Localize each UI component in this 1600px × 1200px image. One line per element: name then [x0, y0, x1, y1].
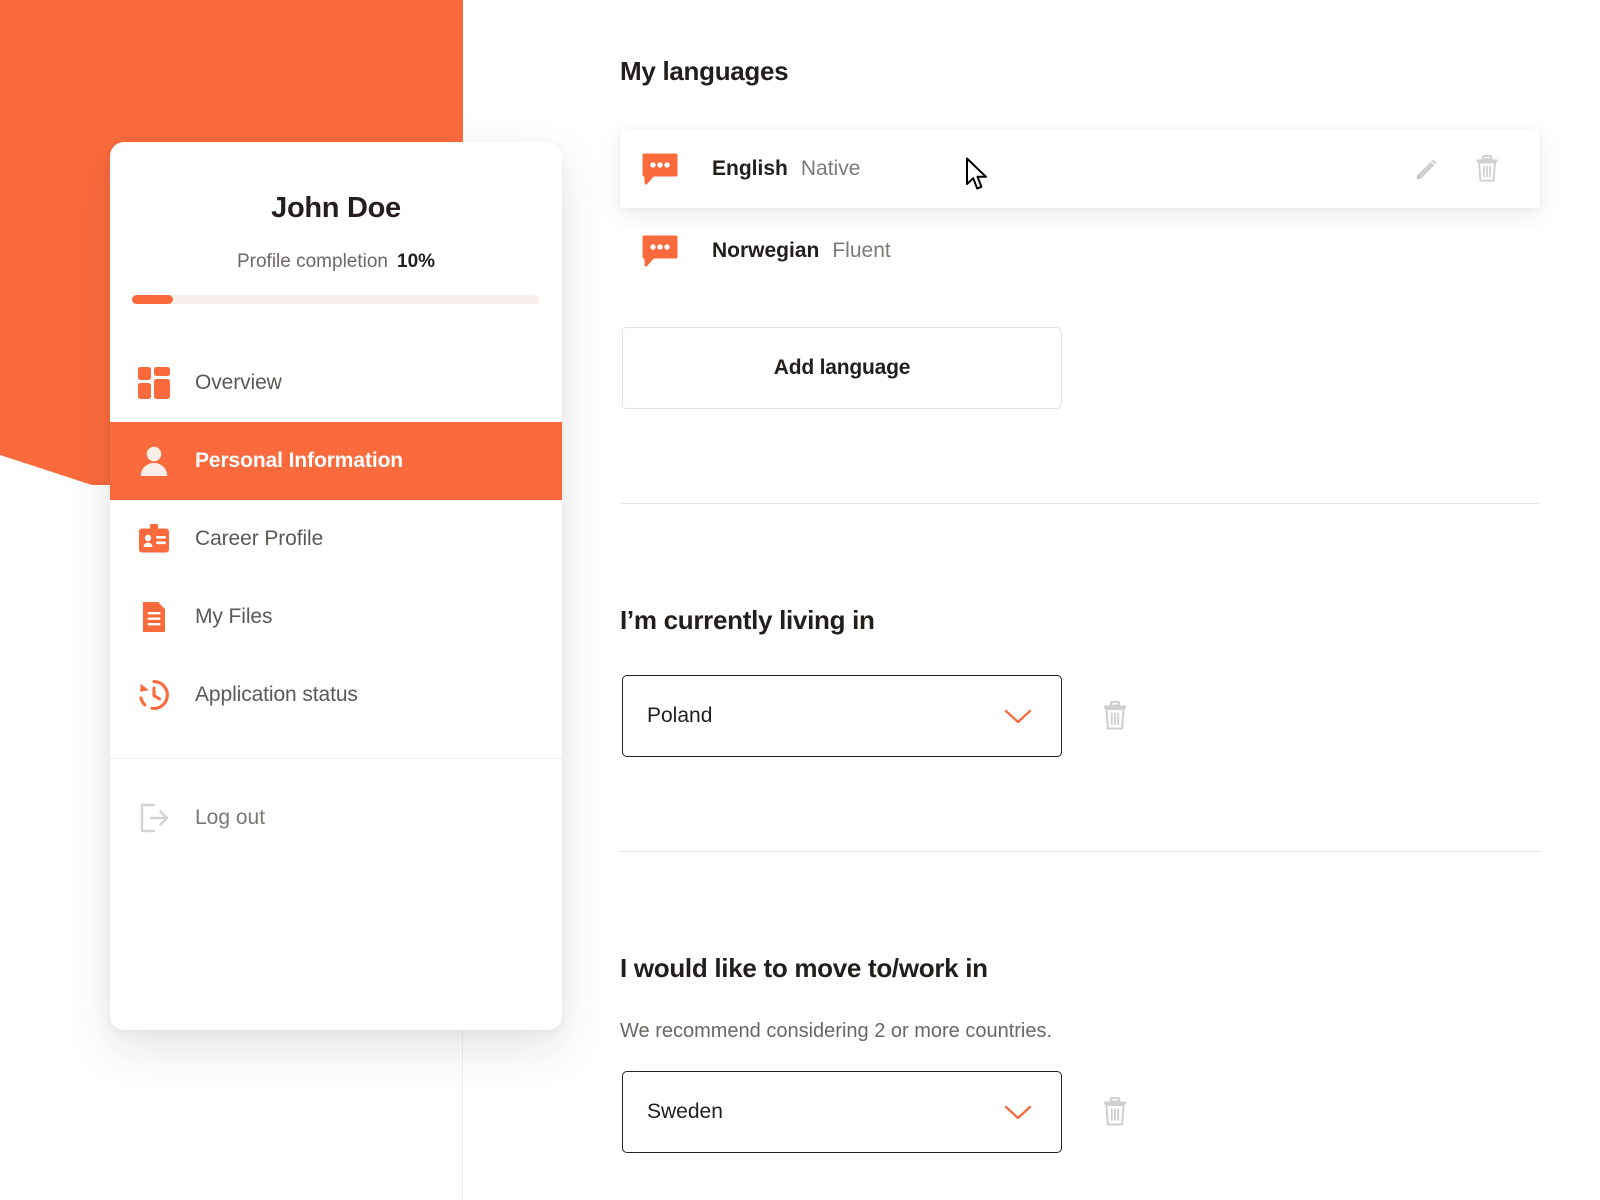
sidebar-divider [110, 758, 562, 759]
move-to-work-title: I would like to move to/work in [620, 953, 988, 983]
language-name: English [712, 156, 788, 180]
add-language-button[interactable]: Add language [622, 327, 1062, 409]
id-badge-icon [135, 520, 173, 558]
profile-name: John Doe [271, 192, 401, 224]
sidebar-nav: Overview Personal Information Career Pro… [110, 344, 562, 857]
pencil-icon[interactable] [1414, 155, 1440, 183]
speech-bubble-icon [640, 149, 684, 189]
grid-icon [135, 364, 173, 402]
currently-living-value: Poland [647, 704, 713, 727]
speech-bubble-icon [640, 231, 684, 271]
sidebar-item-label: Overview [195, 371, 282, 394]
move-to-work-delete-icon[interactable] [1102, 1097, 1128, 1127]
currently-living-delete-icon[interactable] [1102, 701, 1128, 731]
trash-icon[interactable] [1474, 154, 1500, 183]
app-root: John Doe Profile completion 10% Overview… [0, 0, 1600, 1200]
language-name: Norwegian [712, 239, 820, 262]
profile-completion-label: Profile completion [236, 251, 388, 272]
currently-living-title: I’m currently living in [620, 605, 875, 635]
document-icon [135, 598, 173, 636]
move-to-work-select[interactable]: Sweden [622, 1071, 1062, 1153]
language-row-english[interactable]: English Native [620, 129, 1540, 208]
sidebar-card: John Doe Profile completion 10% Overview… [110, 142, 562, 1030]
currently-living-select[interactable]: Poland [622, 675, 1062, 757]
section-divider-2 [620, 851, 1540, 852]
language-row-norwegian[interactable]: Norwegian Fluent [620, 222, 1540, 280]
chevron-down-icon[interactable] [1003, 1103, 1033, 1121]
chevron-down-icon[interactable] [1003, 707, 1033, 725]
sidebar-item-label: My Files [195, 605, 273, 628]
panel-seam-divider [462, 1030, 463, 1200]
my-languages-title: My languages [620, 56, 789, 86]
profile-completion: Profile completion 10% [110, 251, 562, 273]
sidebar-item-career-profile[interactable]: Career Profile [110, 500, 562, 578]
move-to-work-value: Sweden [647, 1100, 723, 1123]
sidebar-item-label: Log out [195, 806, 266, 829]
sidebar-item-label: Career Profile [195, 527, 324, 550]
sidebar-item-label: Application status [195, 683, 358, 706]
language-level: Fluent [832, 239, 891, 262]
sidebar-item-logout[interactable]: Log out [110, 779, 562, 857]
sidebar-item-my-files[interactable]: My Files [110, 578, 562, 656]
profile-completion-value: 10% [397, 251, 436, 272]
logout-icon [135, 799, 173, 837]
sidebar-item-personal-information[interactable]: Personal Information [110, 422, 562, 500]
language-row-actions [1414, 154, 1500, 183]
user-icon [135, 442, 173, 480]
language-level: Native [800, 156, 861, 180]
section-divider-1 [620, 503, 1540, 504]
profile-header: John Doe Profile completion 10% [110, 142, 562, 273]
clock-history-icon [135, 676, 173, 714]
profile-progress-track [132, 295, 540, 304]
sidebar-item-application-status[interactable]: Application status [110, 656, 562, 734]
sidebar-item-label: Personal Information [195, 449, 404, 472]
move-to-work-subtitle: We recommend considering 2 or more count… [620, 1020, 1053, 1042]
profile-progress-fill [132, 295, 173, 304]
main-content: My languages English Native Norwegian Fl… [620, 0, 1580, 1200]
sidebar-item-overview[interactable]: Overview [110, 344, 562, 422]
